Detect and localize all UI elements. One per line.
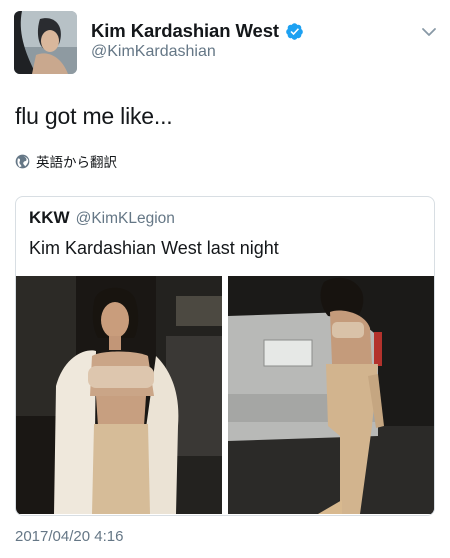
quoted-tweet-header: KKW @KimKLegion bbox=[29, 208, 175, 228]
chevron-down-icon[interactable] bbox=[419, 24, 439, 40]
quoted-tweet[interactable]: KKW @KimKLegion Kim Kardashian West last… bbox=[15, 196, 435, 516]
avatar[interactable] bbox=[14, 11, 77, 74]
quoted-display-name: KKW bbox=[29, 208, 70, 227]
tweet-timestamp[interactable]: 2017/04/20 4:16 bbox=[15, 528, 123, 545]
avatar-image bbox=[14, 11, 77, 74]
display-name[interactable]: Kim Kardashian West bbox=[91, 20, 279, 42]
tweet-card: Kim Kardashian West @KimKardashian flu g… bbox=[0, 0, 450, 558]
quoted-handle: @KimKLegion bbox=[75, 210, 175, 227]
quoted-photo-front[interactable] bbox=[16, 276, 222, 514]
translate-label: 英語から翻訳 bbox=[36, 155, 117, 170]
quoted-photo-back[interactable] bbox=[228, 276, 434, 514]
globe-icon bbox=[15, 154, 30, 169]
verified-badge-icon bbox=[285, 22, 304, 41]
display-name-row[interactable]: Kim Kardashian West bbox=[91, 20, 304, 42]
tweet-text: flu got me like... bbox=[15, 103, 173, 129]
quoted-tweet-text: Kim Kardashian West last night bbox=[29, 238, 279, 258]
translate-link[interactable]: 英語から翻訳 bbox=[15, 151, 117, 171]
user-handle[interactable]: @KimKardashian bbox=[91, 43, 216, 61]
